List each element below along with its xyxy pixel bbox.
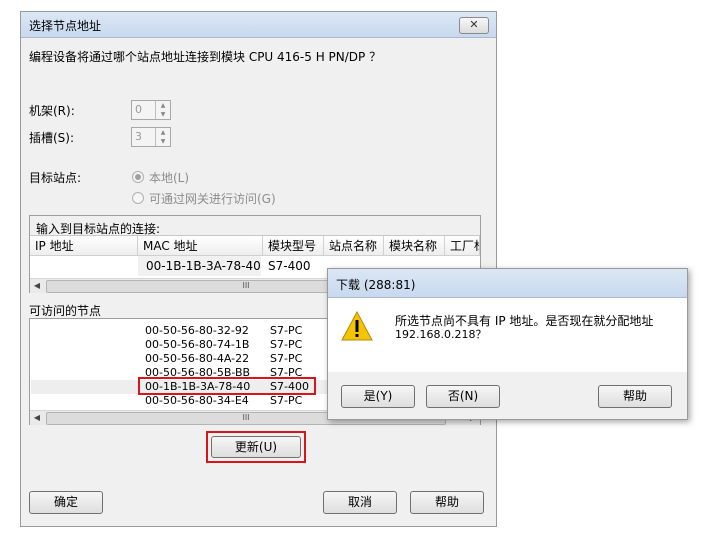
col-factory[interactable]: 工厂标 <box>445 236 480 256</box>
slot-spinner[interactable]: 3 ▲ ▼ <box>131 127 171 147</box>
rack-label: 机架(R): <box>29 104 75 118</box>
popup-title: 下载 (288:81) <box>336 278 416 292</box>
selected-node-red-box <box>138 377 316 395</box>
col-module[interactable]: 模块名称 <box>384 236 445 256</box>
radio-local[interactable] <box>132 171 144 183</box>
slot-spin-arrows[interactable]: ▲ ▼ <box>155 128 170 146</box>
radio-gateway[interactable] <box>132 192 144 204</box>
scroll-left-icon[interactable]: ◀ <box>30 279 44 293</box>
scroll-left-icon[interactable]: ◀ <box>30 411 44 425</box>
node-mac: 00-50-56-80-74-1B <box>145 338 250 351</box>
accessible-nodes-label: 可访问的节点 <box>29 304 102 318</box>
connection-mac-cell: 00-1B-1B-3A-78-40 <box>138 256 261 276</box>
refresh-button[interactable]: 更新(U) <box>211 436 301 458</box>
node-mac: 00-50-56-80-4A-22 <box>145 352 250 365</box>
close-button[interactable]: ✕ <box>459 17 489 34</box>
download-confirm-dialog: 下载 (288:81) 所选节点尚不具有 IP 地址。是否现在就分配地址 192… <box>327 268 688 420</box>
question-text: 编程设备将通过哪个站点地址连接到模块 CPU 416-5 H PN/DP ？ <box>29 50 382 64</box>
yes-button[interactable]: 是(Y) <box>341 385 415 408</box>
warning-icon <box>341 310 373 344</box>
rack-spinner[interactable]: 0 ▲ ▼ <box>131 100 171 120</box>
popup-help-button[interactable]: 帮助 <box>598 385 672 408</box>
no-button[interactable]: 否(N) <box>426 385 500 408</box>
col-station[interactable]: 站点名称 <box>324 236 384 256</box>
slot-value: 3 <box>135 130 142 143</box>
connection-ip-cell <box>30 256 138 276</box>
popup-message-line2: 192.168.0.218？ <box>395 328 487 341</box>
help-button[interactable]: 帮助 <box>410 491 484 514</box>
rack-spin-arrows[interactable]: ▲ ▼ <box>155 101 170 119</box>
col-ip[interactable]: IP 地址 <box>30 236 138 256</box>
col-mac[interactable]: MAC 地址 <box>138 236 263 256</box>
radio-local-label: 本地(L) <box>149 171 190 185</box>
node-type: S7-PC <box>270 394 303 407</box>
dialog-title: 选择节点地址 <box>29 19 102 33</box>
target-station-label: 目标站点: <box>29 171 82 185</box>
node-row[interactable]: 00-50-56-80-32-92 <box>145 324 249 337</box>
popup-titlebar: 下载 (288:81) <box>328 269 687 298</box>
node-row[interactable]: 00-50-56-80-4A-22 <box>145 352 249 365</box>
rack-value: 0 <box>135 103 142 116</box>
slot-label: 插槽(S): <box>29 131 75 145</box>
radio-gateway-label: 可通过网关进行访问(G) <box>149 192 276 206</box>
col-type[interactable]: 模块型号 <box>263 236 324 256</box>
node-mac: 00-50-56-80-32-92 <box>145 324 249 337</box>
ok-button[interactable]: 确定 <box>29 491 103 514</box>
node-type: S7-PC <box>270 338 303 351</box>
connection-type-cell: S7-400 <box>268 259 311 273</box>
node-mac: 00-50-56-80-34-E4 <box>145 394 249 407</box>
node-type: S7-PC <box>270 324 303 337</box>
node-row[interactable]: 00-50-56-80-74-1B <box>145 338 249 351</box>
cancel-button[interactable]: 取消 <box>323 491 397 514</box>
dialog-titlebar: 选择节点地址 ✕ <box>21 12 496 38</box>
node-type: S7-PC <box>270 352 303 365</box>
node-row[interactable]: 00-50-56-80-34-E4 <box>145 394 249 407</box>
